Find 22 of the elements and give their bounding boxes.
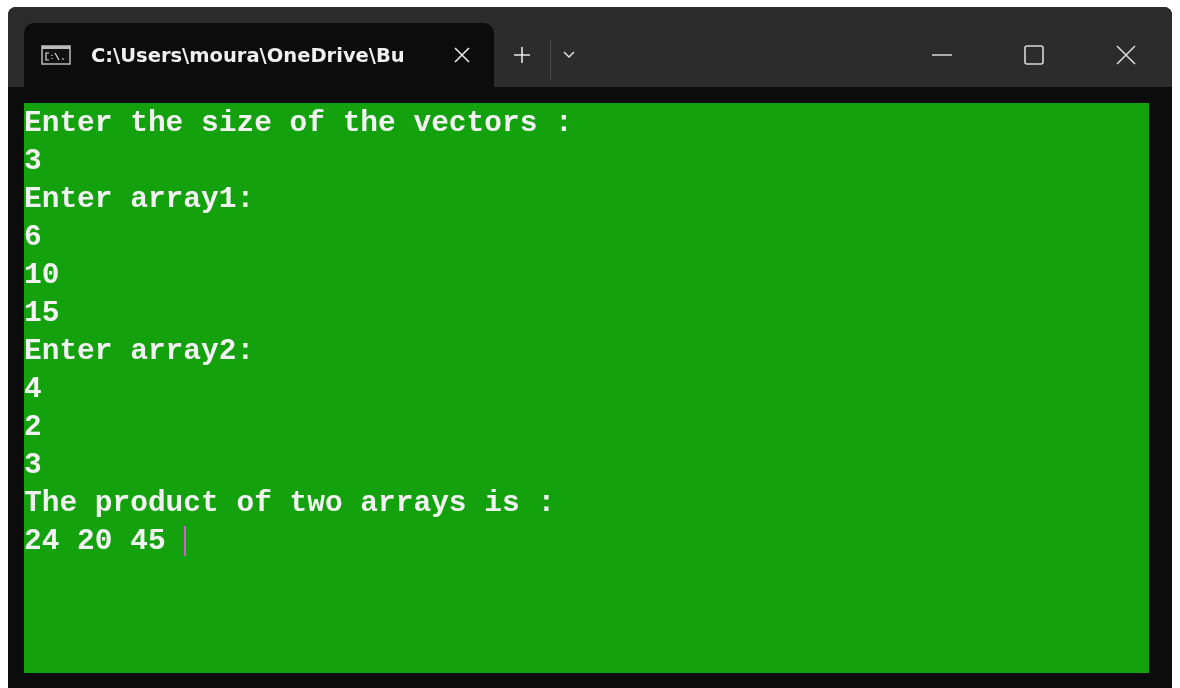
- plus-icon: [513, 46, 531, 64]
- tab-title: C:\Users\moura\OneDrive\Bu: [91, 43, 406, 67]
- console-line: 15: [24, 295, 60, 332]
- console-line: Enter the size of the vectors :: [24, 105, 573, 142]
- console-line: 6: [24, 219, 42, 256]
- close-icon: [1116, 44, 1136, 65]
- text-cursor: [183, 526, 186, 556]
- console-line: 2: [24, 409, 42, 446]
- close-icon: [454, 47, 470, 63]
- console-line: 24 20 45: [24, 523, 166, 560]
- tab[interactable]: C:\Users\moura\OneDrive\Bu: [24, 23, 494, 87]
- console-line: 3: [24, 143, 42, 180]
- console-line: 4: [24, 371, 42, 408]
- maximize-icon: [1024, 44, 1044, 65]
- console-line: Enter array2:: [24, 333, 255, 370]
- console-icon: [41, 45, 71, 65]
- console-line: The product of two arrays is :: [24, 485, 556, 522]
- console-line: 10: [24, 257, 60, 294]
- minimize-icon: [932, 52, 952, 57]
- console-line: 3: [24, 447, 42, 484]
- chevron-down-icon: [563, 51, 575, 59]
- console-line: Enter array1:: [24, 181, 255, 218]
